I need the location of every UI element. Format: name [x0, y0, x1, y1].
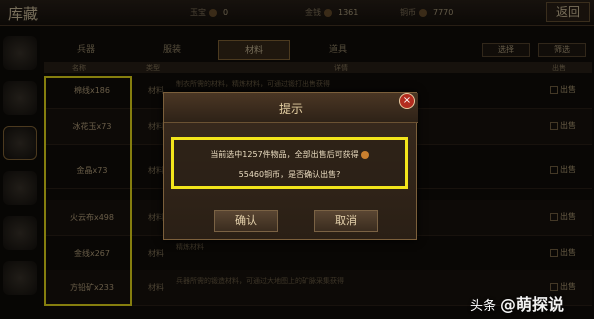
- watermark-prefix: 头条: [470, 299, 497, 314]
- dialog-title-bar: 提示: [164, 93, 418, 123]
- confirm-button[interactable]: 确认: [214, 210, 278, 232]
- watermark: 头条 @萌探说: [470, 291, 564, 315]
- copper-coin-icon: [360, 150, 369, 159]
- dialog-message-line1: 当前选中1257件物品，全部出售后可获得: [174, 149, 405, 160]
- dialog-message-box: 当前选中1257件物品，全部出售后可获得 55460铜币，是否确认出售?: [171, 137, 408, 189]
- close-button[interactable]: ×: [399, 93, 415, 109]
- dialog-message-line2: 55460铜币，是否确认出售?: [238, 170, 341, 179]
- watermark-brand: @萌探说: [500, 295, 565, 314]
- cancel-button[interactable]: 取消: [314, 210, 378, 232]
- dialog-title: 提示: [278, 102, 303, 116]
